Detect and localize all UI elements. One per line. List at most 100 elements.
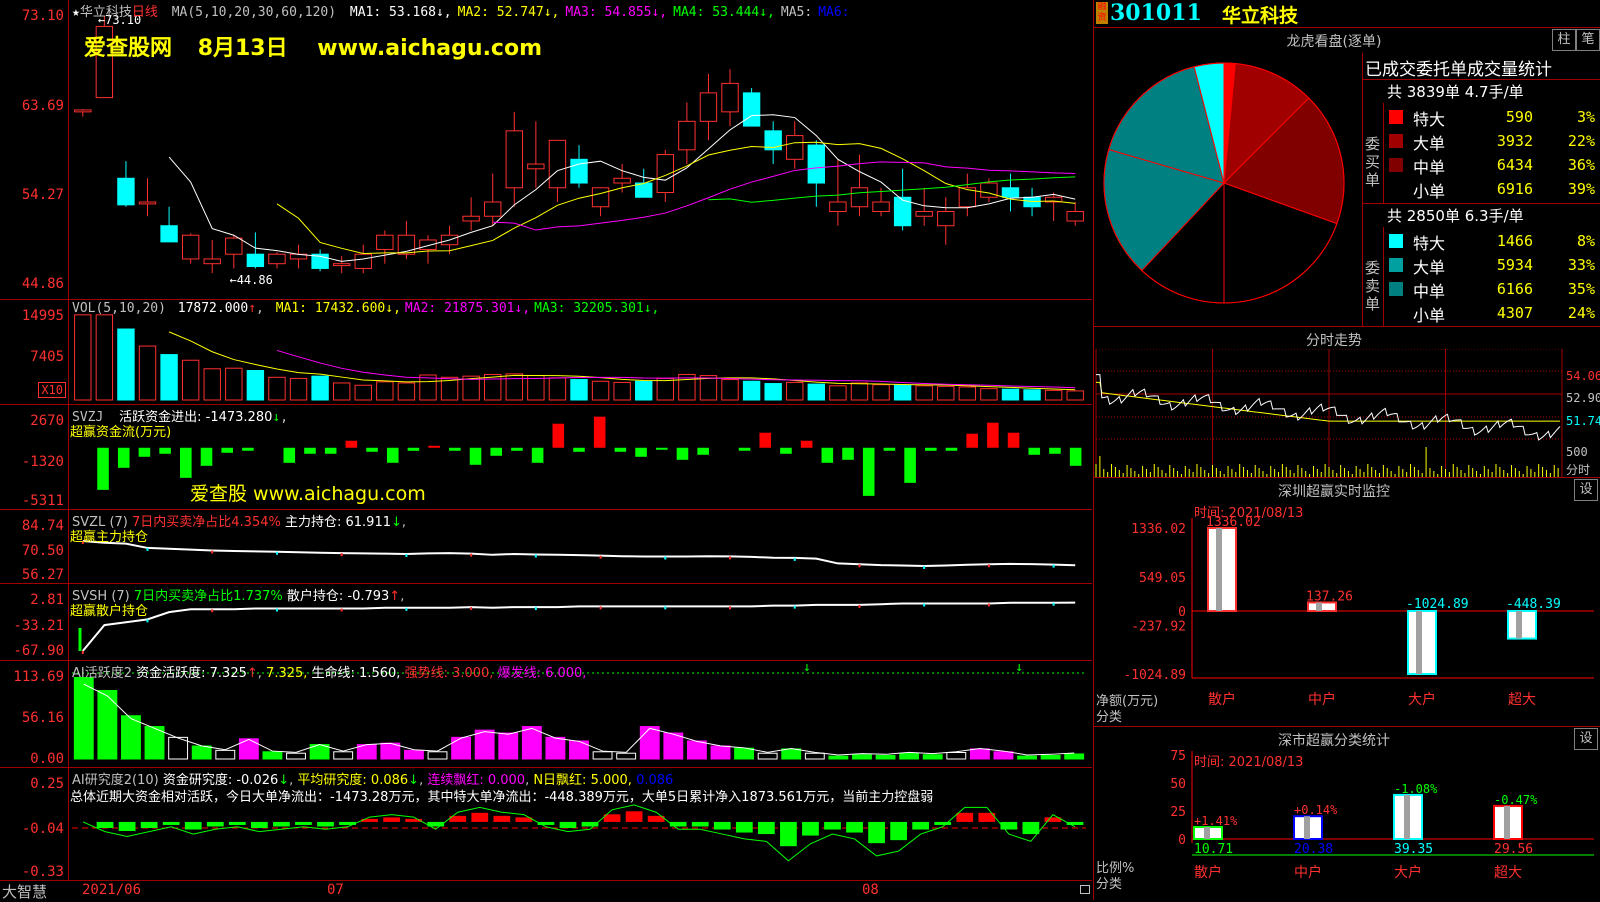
ratio-delta-label: -1.08% (1394, 782, 1438, 796)
money-flow-bar (1028, 447, 1041, 455)
vol-ma-line (276, 349, 1076, 389)
bar-view-button[interactable]: 柱 (1552, 29, 1576, 51)
price-panel[interactable]: 73.10 63.69 54.27 44.86 ←73.10 ←44.86 ★华立… (0, 0, 1092, 300)
order-size-name: 小单 (1413, 182, 1446, 201)
intraday-panel[interactable]: 分时走势 54.06 52.90 51.74 500 分时 (1094, 327, 1600, 478)
volume-bar (958, 386, 977, 401)
candle (354, 253, 372, 269)
volume-bar (246, 369, 265, 401)
volume-panel[interactable]: 14995 7405 X10 VOL(5,10,20) 17872.000↑, … (0, 300, 1092, 405)
x-tick-label: 2021/06 (82, 882, 142, 898)
money-flow-bar (593, 416, 606, 448)
legend-swatch (1389, 158, 1403, 172)
activity-bar (616, 752, 637, 760)
candle (462, 215, 480, 222)
money-flow-bar (759, 432, 772, 448)
volume-bar (74, 314, 92, 401)
order-volume: 4307 (1496, 304, 1533, 322)
candle (268, 253, 286, 265)
intraday-fen-label: 分时 (1566, 463, 1591, 477)
order-percent: 8% (1576, 232, 1595, 250)
intraday-ytick: 51.74 (1566, 414, 1600, 428)
volume-bar (138, 345, 157, 401)
sz-class-xlabel: 分类 (1096, 877, 1123, 892)
svzj-panel[interactable]: 2670 -1320 -5311 SVZJ 活跃资金进出: -1473.280↓… (0, 405, 1092, 510)
svsh-ratio: 7日内买卖净占比1.737% (133, 589, 283, 604)
activity-bar (333, 751, 354, 760)
svsh-panel[interactable]: 2.81 -33.21 -67.90 SVSH (7) 7日内买卖净占比1.73… (0, 584, 1092, 661)
candle (1066, 210, 1084, 222)
volume-bar (807, 383, 826, 401)
tick-view-button[interactable]: 笔 (1576, 29, 1600, 51)
volume-bar (872, 384, 890, 401)
sz-monitor-xlabel: 分类 (1096, 710, 1123, 725)
svzl-hold: 主力持仓: 61.911 (284, 515, 391, 530)
ma-line (708, 176, 1076, 203)
category-label: 大户 (1394, 864, 1422, 881)
volume-bar (570, 379, 588, 401)
activity-bar (1040, 754, 1061, 760)
flow-bar-shade (1516, 611, 1522, 639)
money-flow-bar (428, 445, 440, 448)
ai-active-panel[interactable]: 113.69 56.16 0.00 ↓ ↓ AI活跃度2 资金活跃度: 7.325… (0, 661, 1092, 768)
money-flow-bar (655, 447, 668, 450)
price-header: ★华立科技日线 MA(5,10,20,30,60,120) MA1: 53.16… (72, 1, 850, 20)
money-flow-bar (407, 447, 420, 451)
candle (376, 234, 394, 250)
volume-bar (332, 382, 351, 401)
sz-class-panel[interactable]: 深市超赢分类统计 设 75 50 25 0 +1.41% 10.71 散户 +0.14% 20.… (1094, 727, 1600, 900)
stock-name-label: 华立科技 (79, 5, 132, 20)
category-label: 散户 (1194, 864, 1222, 881)
ai-research-panel[interactable]: 0.25 -0.04 -0.33 AI研究度2(10) 资金研究度: -0.02… (0, 768, 1092, 881)
activity-bar (757, 752, 778, 760)
sz-monitor-time: 时间: 2021/08/13 (1194, 506, 1304, 521)
research-bar (890, 821, 908, 841)
legend-swatch (1389, 182, 1403, 196)
ratio-value-label: 39.35 (1394, 842, 1433, 857)
activity-bar (97, 689, 118, 760)
holding-tick (534, 607, 537, 611)
order-volume: 6166 (1496, 280, 1533, 298)
research-bar (780, 821, 797, 847)
holding-tick (146, 619, 149, 623)
volume-bar (591, 380, 610, 401)
volume-bar (181, 359, 200, 401)
holding-tick (599, 555, 602, 559)
stock-code: 301011 (1110, 0, 1202, 26)
activity-bar (474, 729, 495, 760)
sz-monitor-panel[interactable]: 深圳超赢实时监控 设 1336.02 549.05 0 -237.92 -1024.89… (1094, 478, 1600, 727)
sz-class-chart[interactable]: 75 50 25 0 +1.41% 10.71 散户 +0.14% 20.38 中户 -1.08% 3… (1094, 727, 1600, 900)
holding-tick (81, 651, 84, 654)
period-label[interactable]: 日线 (132, 5, 158, 20)
order-percent: 22% (1567, 132, 1595, 150)
sz-monitor-chart[interactable]: 1336.02549.050-237.92-1024.891336.02散户13… (1094, 478, 1600, 726)
activity-bar (946, 752, 967, 760)
volume-bar (484, 373, 502, 401)
activity-bar (427, 751, 448, 760)
candle (1001, 187, 1020, 198)
money-flow-bar (614, 447, 627, 452)
activity-bar (286, 752, 306, 760)
holding-tick (534, 554, 537, 558)
category-label: 超大 (1508, 692, 1536, 708)
ma-value-1: MA1: 53.168↓, (349, 5, 452, 20)
flow-bar-shade (1416, 611, 1422, 674)
order-size-name: 特大 (1413, 110, 1446, 129)
candle (829, 201, 847, 212)
intraday-chart[interactable] (1094, 349, 1600, 477)
svzl-panel[interactable]: 84.74 70.50 56.27 SVZL (7) 7日内买卖净占比4.354… (0, 510, 1092, 584)
money-flow-bar (449, 447, 461, 451)
candle (742, 92, 761, 127)
money-flow-bar (862, 447, 875, 496)
vol-value: 17872.000 (177, 301, 249, 316)
holding-tick (405, 553, 408, 557)
money-flow-bar (490, 447, 503, 456)
order-pie-chart[interactable] (1094, 56, 1362, 326)
longhu-panel[interactable]: 龙虎看盘(逐单) 柱 笔 已成交委托单成交量统计 共 3839单 4.7手/单 … (1094, 28, 1600, 327)
candle (872, 201, 890, 212)
holding-tick (405, 607, 408, 611)
lock-icon[interactable] (1080, 885, 1090, 894)
sell-total: 共 2850单 6.3手/单 (1387, 207, 1524, 225)
category-label: 大户 (1408, 691, 1436, 708)
holding-line (82, 540, 1076, 567)
